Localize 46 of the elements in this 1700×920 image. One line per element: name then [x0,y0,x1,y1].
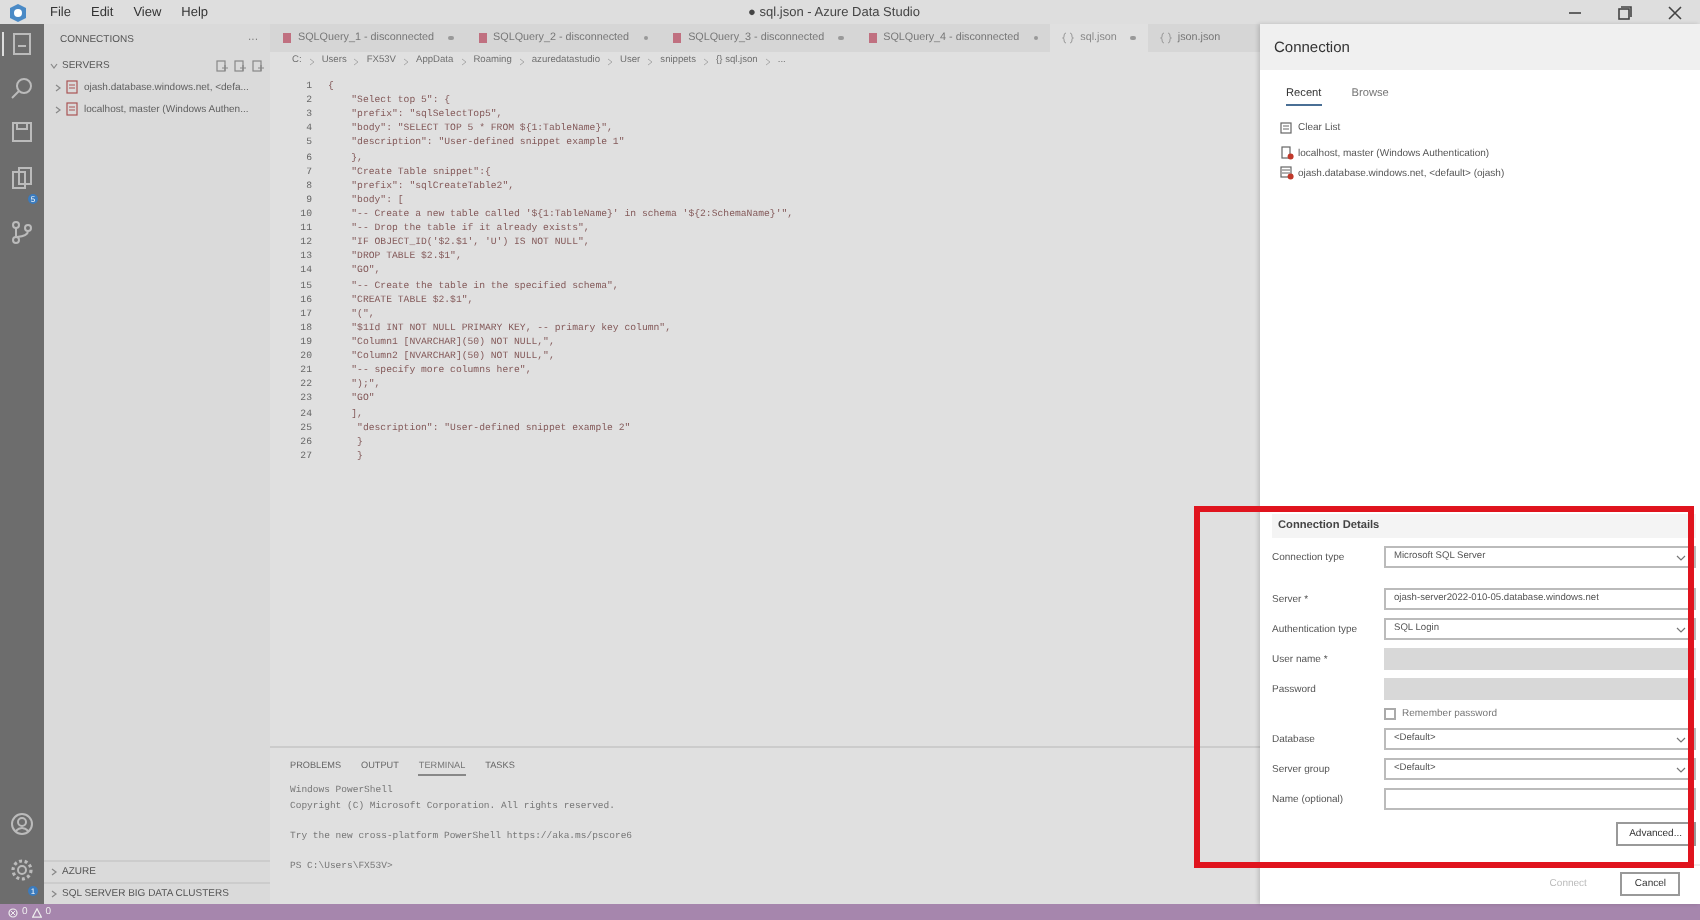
chevron-right-icon [702,56,711,68]
chevron-right-icon [352,56,361,68]
chevron-right-icon[interactable] [50,868,58,876]
new-query-icon[interactable] [234,60,246,72]
clear-list-icon[interactable] [1280,122,1292,134]
error-icon[interactable] [8,907,18,917]
app-logo-icon [8,3,28,21]
json-braces-icon [1159,32,1172,44]
new-connection-icon[interactable] [216,60,228,72]
chevron-down-icon [1676,553,1686,561]
server-icon [1280,146,1294,160]
chevron-down-icon[interactable] [50,62,58,70]
restore-icon[interactable] [1618,5,1632,19]
checkbox[interactable] [1384,708,1396,720]
documents-icon[interactable] [10,166,34,190]
server-icon[interactable] [2,32,34,56]
close-icon[interactable] [1668,5,1682,19]
input-field[interactable] [1384,788,1696,810]
chevron-right-icon [646,56,655,68]
json-braces-icon [1062,32,1075,44]
server-icon [66,102,80,116]
account-icon[interactable] [10,812,34,836]
chevron-right-icon [307,56,316,68]
database-icon [1280,166,1294,180]
query-file-icon [282,32,292,44]
chevron-down-icon [1676,625,1686,633]
chevron-down-icon [1676,735,1686,743]
chevron-right-icon[interactable] [54,83,62,91]
query-file-icon [477,32,488,44]
chevron-right-icon [402,56,411,68]
server-icon [66,80,80,94]
chevron-right-icon[interactable] [50,890,58,898]
chevron-right-icon [459,56,468,68]
query-file-icon [867,32,878,44]
save-icon[interactable] [10,120,34,144]
chevron-right-icon[interactable] [54,105,62,113]
source-control-icon[interactable] [10,220,34,244]
search-icon[interactable] [10,76,34,100]
chevron-right-icon [517,56,526,68]
chevron-right-icon [763,56,772,68]
chevron-down-icon [1676,765,1686,773]
new-group-icon[interactable] [252,60,264,72]
warning-icon[interactable] [31,907,42,917]
query-file-icon [672,32,683,44]
settings-icon[interactable] [10,858,34,882]
chevron-right-icon [606,56,615,68]
